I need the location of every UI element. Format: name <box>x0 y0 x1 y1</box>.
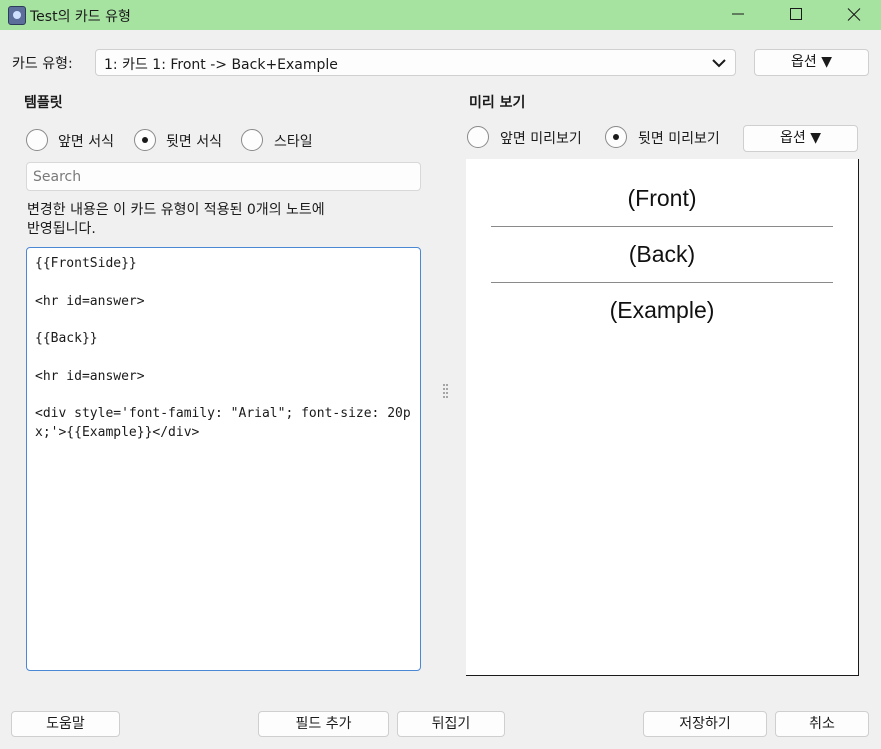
radio-front-template[interactable] <box>26 129 48 151</box>
card-preview: (Front) (Back) (Example) <box>466 159 859 676</box>
splitter-handle[interactable] <box>443 384 449 402</box>
minimize-icon <box>732 13 744 15</box>
flip-button[interactable]: 뒤집기 <box>397 711 505 737</box>
save-button[interactable]: 저장하기 <box>643 711 767 737</box>
cancel-button[interactable]: 취소 <box>775 711 869 737</box>
maximize-button[interactable] <box>773 0 819 30</box>
radio-styling-label[interactable]: 스타일 <box>274 131 313 151</box>
radio-front-template-label[interactable]: 앞면 서식 <box>58 131 114 151</box>
template-code[interactable]: {{FrontSide}} <hr id=answer> {{Back}} <h… <box>35 255 412 443</box>
radio-front-preview[interactable] <box>467 126 489 148</box>
chevron-down-icon <box>712 59 726 68</box>
anki-icon <box>8 6 26 25</box>
preview-front-text: (Front) <box>627 185 697 211</box>
maximize-icon <box>790 8 802 20</box>
card-type-options-button[interactable]: 옵션 ▼ <box>754 49 869 76</box>
window-title: Test의 카드 유형 <box>30 9 131 25</box>
card-type-select[interactable]: 1: 카드 1: Front -> Back+Example <box>95 49 736 76</box>
card-type-selected-value: 1: 카드 1: Front -> Back+Example <box>104 57 338 73</box>
help-button[interactable]: 도움말 <box>11 711 120 737</box>
search-input[interactable] <box>26 162 421 191</box>
preview-answer-divider <box>491 226 833 227</box>
preview-example-text: (Example) <box>609 297 715 323</box>
preview-heading: 미리 보기 <box>469 95 526 111</box>
minimize-button[interactable] <box>715 0 761 30</box>
title-bar: Test의 카드 유형 <box>0 0 881 30</box>
close-button[interactable] <box>831 0 877 30</box>
card-type-label: 카드 유형: <box>12 56 73 72</box>
preview-back-text: (Back) <box>628 241 696 267</box>
radio-back-preview[interactable] <box>605 126 627 148</box>
preview-answer-divider <box>491 282 833 283</box>
radio-back-preview-label[interactable]: 뒷면 미리보기 <box>638 128 720 148</box>
radio-back-template-label[interactable]: 뒷면 서식 <box>166 131 222 151</box>
radio-back-template[interactable] <box>134 129 156 151</box>
notice-text: 변경한 내용은 이 카드 유형이 적용된 0개의 노트에 반영됩니다. <box>27 202 325 237</box>
template-editor[interactable]: {{FrontSide}} <hr id=answer> {{Back}} <h… <box>26 247 421 671</box>
close-icon <box>847 8 861 21</box>
radio-styling[interactable] <box>241 129 263 151</box>
preview-options-button[interactable]: 옵션 ▼ <box>743 125 858 152</box>
radio-front-preview-label[interactable]: 앞면 미리보기 <box>500 128 582 148</box>
template-heading: 템플릿 <box>24 95 63 111</box>
add-field-button[interactable]: 필드 추가 <box>258 711 389 737</box>
